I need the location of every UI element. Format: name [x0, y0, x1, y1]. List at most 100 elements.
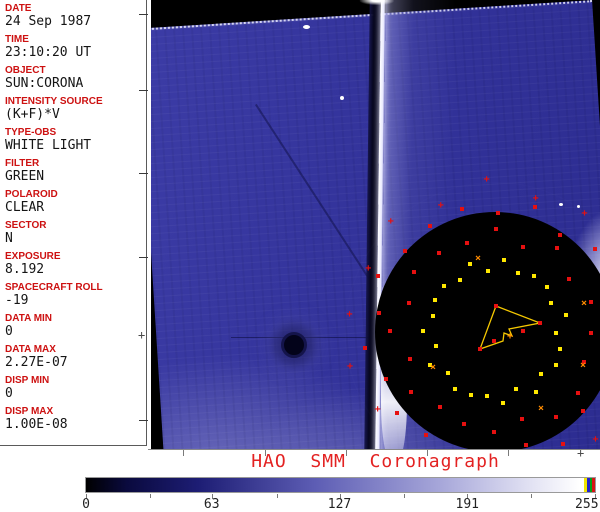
fiducial-dot — [492, 339, 496, 343]
fiducial-dot — [408, 390, 413, 395]
field-value: GREEN — [5, 169, 45, 184]
metadata-field: INTENSITY SOURCE (K+F)*V — [5, 96, 146, 122]
colorbar-tick-label: 127 — [327, 497, 352, 512]
field-value: 8.192 — [5, 262, 45, 277]
colorbar-minor-tick — [531, 494, 533, 498]
fiducial-dot — [563, 313, 568, 318]
fiducial-dot — [539, 371, 544, 376]
field-value: N — [5, 231, 13, 246]
fiducial-plus-marker: + — [483, 173, 490, 185]
occulting-disk — [375, 212, 600, 449]
fiducial-dot — [520, 416, 525, 421]
fiducial-dot — [493, 226, 498, 231]
fiducial-dot — [516, 270, 521, 275]
fiducial-dot — [441, 283, 446, 288]
metadata-field: SPACECRAFT ROLL -19 — [5, 282, 146, 308]
field-label: DISP MIN — [5, 375, 50, 386]
bottom-axis-line — [148, 449, 600, 450]
bottom-axis-tick — [346, 450, 347, 456]
fiducial-dot — [459, 207, 464, 212]
fiducial-plus-marker: + — [592, 434, 599, 446]
fiducial-dot — [486, 269, 491, 274]
fiducial-x-marker: × — [475, 253, 482, 264]
field-value: 2.27E-07 — [5, 355, 68, 370]
field-value: 1.00E-08 — [5, 417, 68, 432]
fiducial-dot — [502, 258, 507, 263]
fiducial-dot — [431, 314, 436, 319]
fiducial-x-marker: × — [580, 360, 587, 371]
fiducial-dot — [453, 386, 458, 391]
fiducial-x-marker: × — [581, 298, 588, 309]
fiducial-dot — [495, 211, 500, 216]
field-value: SUN:CORONA — [5, 76, 84, 91]
colorbar-minor-tick — [276, 494, 278, 498]
fiducial-dot — [549, 301, 554, 306]
fiducial-dot — [523, 443, 528, 448]
fiducial-dot — [566, 277, 571, 282]
fiducial-dot — [558, 232, 563, 237]
field-value: (K+F)*V — [5, 107, 60, 122]
bottom-axis-tick — [265, 450, 266, 456]
star-speck — [303, 25, 310, 29]
fiducial-dot — [521, 245, 526, 250]
star-speck — [577, 205, 580, 208]
colorbar-tick-label: 255 — [575, 497, 599, 512]
fiducial-dot — [421, 329, 425, 334]
fiducial-x-marker: × — [430, 362, 437, 373]
bottom-axis-tick — [183, 450, 184, 456]
fiducial-dot — [462, 422, 467, 427]
fiducial-plus-marker: + — [365, 262, 372, 274]
colorbar-gradient — [86, 478, 595, 492]
fiducial-dot — [445, 371, 450, 376]
metadata-field: DISP MIN 0 — [5, 375, 146, 401]
bottom-axis-tick — [427, 450, 428, 456]
field-label: DATA MIN — [5, 313, 53, 324]
fiducial-dot — [532, 274, 537, 279]
left-axis-tick — [139, 173, 148, 174]
fiducial-dot — [457, 278, 462, 283]
fiducial-plus-marker: + — [387, 215, 394, 227]
fiducial-dot — [521, 329, 525, 333]
fiducial-dot — [592, 247, 597, 252]
fiducial-dot — [533, 390, 538, 395]
fiducial-plus-marker: + — [532, 193, 539, 205]
fiducial-dot — [557, 346, 562, 351]
fiducial-dot — [433, 298, 438, 303]
bottom-axis-plus-marker: + — [577, 446, 585, 460]
star-speck — [340, 96, 344, 100]
star-speck — [559, 203, 563, 206]
fiducial-dot — [403, 248, 408, 253]
colorbar-tick-label: 191 — [455, 497, 479, 512]
metadata-field: DISP MAX 1.00E-08 — [5, 406, 146, 432]
fiducial-dot — [553, 415, 558, 420]
field-value: 24 Sep 1987 — [5, 14, 92, 29]
fiducial-dot — [464, 240, 469, 245]
metadata-field: FILTER GREEN — [5, 158, 146, 184]
coronagraph-image: + + + + + + + + + + × × × × × + — [151, 0, 600, 449]
fiducial-plus-marker: + — [347, 360, 354, 372]
fiducial-dot — [395, 411, 399, 416]
metadata-field: SECTOR N — [5, 220, 146, 246]
left-axis-plus-marker: + — [138, 328, 146, 342]
intensity-colorbar — [85, 477, 596, 493]
field-label: SECTOR — [5, 220, 47, 231]
fiducial-dot — [554, 362, 559, 367]
colorbar-end-stripe — [592, 478, 595, 492]
fiducial-dot — [423, 432, 428, 437]
metadata-field: TYPE-OBS WHITE LIGHT — [5, 127, 146, 153]
field-value: CLEAR — [5, 200, 45, 215]
fiducial-dot — [514, 387, 519, 392]
fiducial-dot — [377, 310, 382, 315]
metadata-field: DATA MAX 2.27E-07 — [5, 344, 146, 370]
fiducial-dot — [484, 393, 489, 398]
fiducial-dot — [561, 441, 566, 446]
fiducial-plus-marker: + — [437, 199, 444, 211]
fiducial-dot — [467, 261, 472, 266]
smm-coronagraph-viewer: { "window": {"width": 600, "height": 512… — [0, 0, 600, 512]
metadata-field: DATA MIN 0 — [5, 313, 146, 339]
fiducial-dot — [544, 284, 549, 289]
fiducial-dot — [555, 245, 560, 250]
fiducial-dot — [494, 304, 498, 308]
metadata-field: OBJECT SUN:CORONA — [5, 65, 146, 91]
field-value: 0 — [5, 386, 13, 401]
